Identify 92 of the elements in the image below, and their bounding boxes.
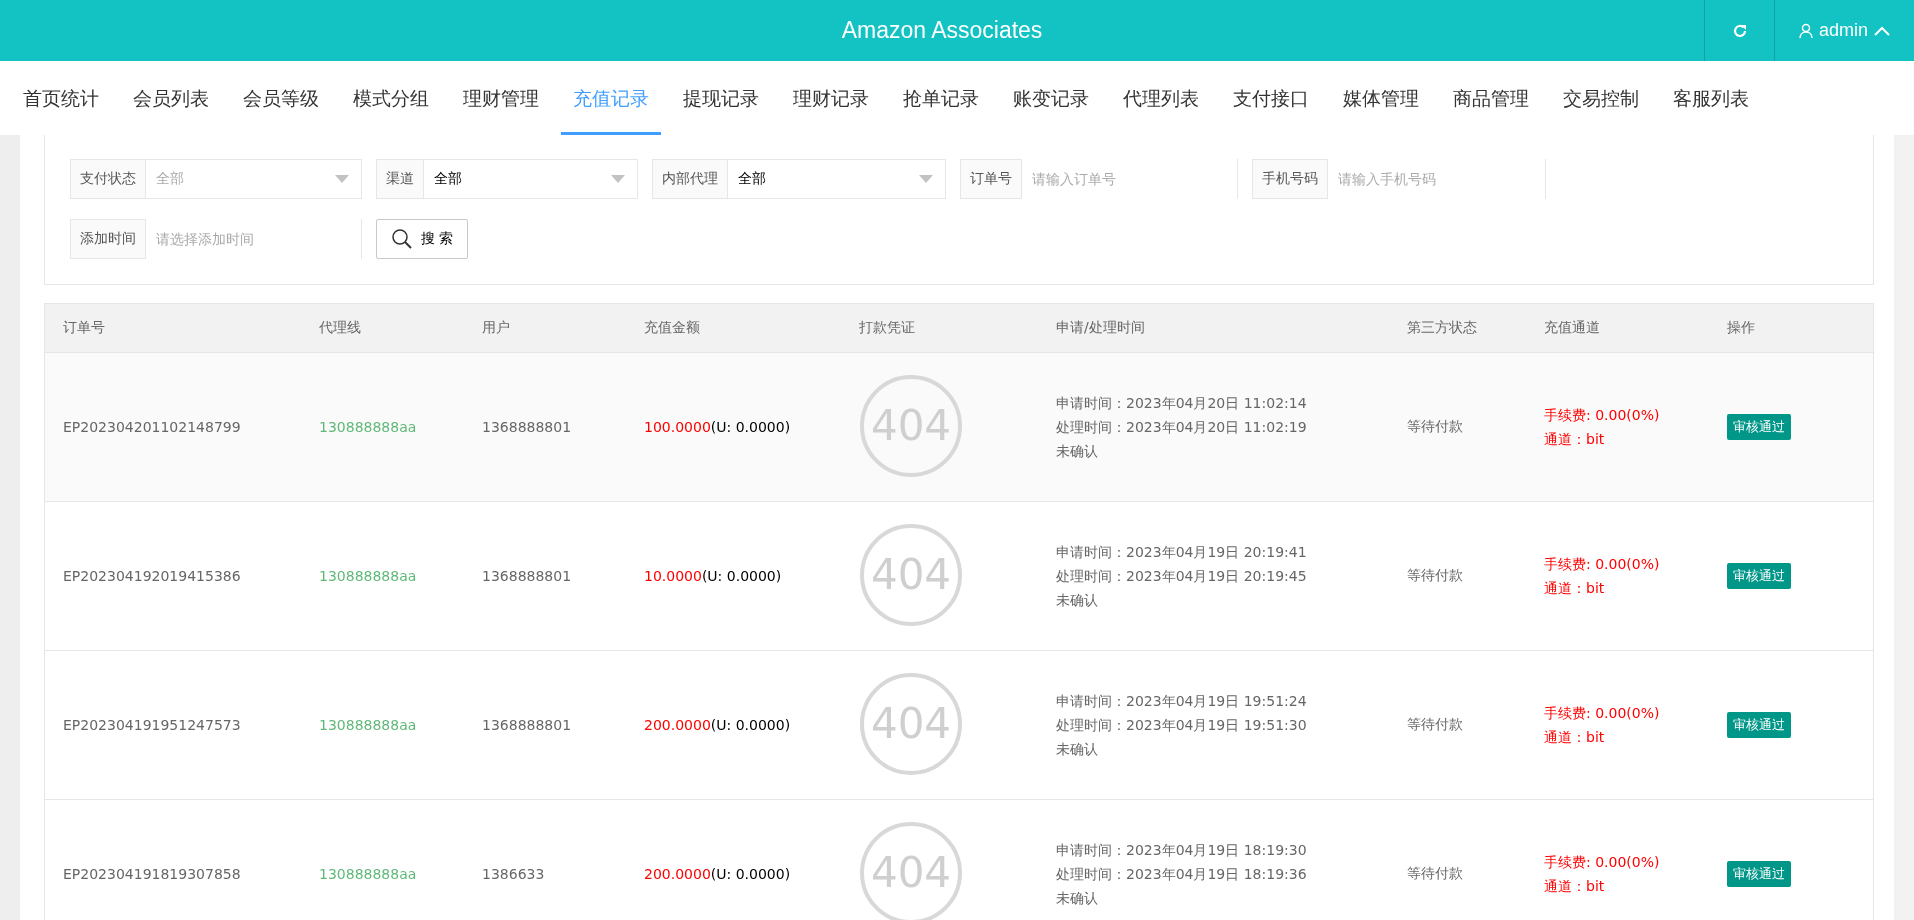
nav-tab[interactable]: 客服列表: [1661, 61, 1761, 135]
refresh-icon: [1731, 22, 1748, 39]
select-field[interactable]: 内部代理 全部: [652, 159, 946, 199]
field-label: 支付状态: [71, 160, 146, 198]
column-header: 充值金额: [643, 319, 701, 337]
input-field[interactable]: 添加时间 请选择添加时间: [70, 219, 362, 259]
field-value: 全部: [433, 170, 463, 188]
nav-tab[interactable]: 模式分组: [341, 61, 441, 135]
processed-time: 处理时间：2023年04月20日 11:02:19: [1056, 418, 1308, 437]
applied-time: 申请时间：2023年04月19日 18:19:30: [1056, 841, 1308, 860]
fee-text: 手续费: 0.00(0%): [1544, 704, 1661, 723]
nav-tab[interactable]: 账变记录: [1001, 61, 1101, 135]
confirm-status: 未确认: [1056, 889, 1099, 908]
input-field[interactable]: 订单号 请输入订单号: [960, 159, 1238, 199]
table-cell-text: 等待付款: [1406, 567, 1464, 585]
approve-button[interactable]: 审核通过: [1727, 861, 1791, 887]
table-cell-text: 1368888801: [481, 717, 573, 733]
table-cell-text: 等待付款: [1406, 418, 1464, 436]
confirm-status: 未确认: [1056, 740, 1099, 759]
field-label: 订单号: [961, 160, 1022, 198]
nav-tab[interactable]: 提现记录: [671, 61, 771, 135]
table-cell-text: 200.0000(U: 0.0000): [643, 866, 792, 882]
channel-text: 通道：bit: [1544, 877, 1606, 896]
channel-text: 通道：bit: [1544, 430, 1606, 449]
approve-button[interactable]: 审核通过: [1727, 712, 1791, 738]
column-header: 订单号: [62, 319, 106, 337]
column-header: 打款凭证: [858, 319, 916, 337]
select-field[interactable]: 渠道 全部: [376, 159, 638, 199]
nav-tab[interactable]: 交易控制: [1551, 61, 1651, 135]
table-cell-text: EP202304192019415386: [62, 568, 242, 584]
confirm-status: 未确认: [1056, 591, 1099, 610]
field-label: 手机号码: [1253, 160, 1328, 198]
nav-tab[interactable]: 理财记录: [781, 61, 881, 135]
approve-button[interactable]: 审核通过: [1727, 563, 1791, 589]
app-title: Amazon Associates: [840, 16, 1044, 45]
fee-text: 手续费: 0.00(0%): [1544, 555, 1661, 574]
user-icon: [1799, 22, 1813, 39]
nav-tab[interactable]: 媒体管理: [1331, 61, 1431, 135]
column-header: 第三方状态: [1406, 319, 1478, 337]
table-cell-text: EP202304201102148799: [62, 419, 242, 435]
nav-tab[interactable]: 理财管理: [451, 61, 551, 135]
field-label: 渠道: [377, 160, 424, 198]
nav-tab[interactable]: 首页统计: [11, 61, 111, 135]
applied-time: 申请时间：2023年04月19日 19:51:24: [1056, 692, 1308, 711]
fee-text: 手续费: 0.00(0%): [1544, 853, 1661, 872]
table-cell-text: 130888888aa: [318, 717, 418, 733]
table-cell-text: 130888888aa: [318, 419, 418, 435]
select-field[interactable]: 支付状态 全部: [70, 159, 362, 199]
applied-time: 申请时间：2023年04月19日 20:19:41: [1056, 543, 1308, 562]
applied-time: 申请时间：2023年04月20日 11:02:14: [1056, 394, 1308, 413]
field-value: 全部: [155, 170, 185, 188]
column-header: 操作: [1726, 319, 1756, 337]
nav-tab[interactable]: 代理列表: [1111, 61, 1211, 135]
channel-text: 通道：bit: [1544, 728, 1606, 747]
column-header: 用户: [481, 319, 511, 337]
field-value: 全部: [737, 170, 767, 188]
processed-time: 处理时间：2023年04月19日 20:19:45: [1056, 567, 1308, 586]
nav-tab[interactable]: 会员列表: [121, 61, 221, 135]
channel-text: 通道：bit: [1544, 579, 1606, 598]
processed-time: 处理时间：2023年04月19日 18:19:36: [1056, 865, 1308, 884]
table-cell-text: 10.0000(U: 0.0000): [643, 568, 783, 584]
dropdown-arrow-icon: [919, 175, 933, 183]
table-cell-text: 等待付款: [1406, 716, 1464, 734]
nav-tab[interactable]: 抢单记录: [891, 61, 991, 135]
processed-time: 处理时间：2023年04月19日 19:51:30: [1056, 716, 1308, 735]
field-label: 添加时间: [71, 220, 146, 258]
nav-tab[interactable]: 商品管理: [1441, 61, 1541, 135]
input-field[interactable]: 手机号码 请输入手机号码: [1252, 159, 1546, 199]
table-cell-text: 200.0000(U: 0.0000): [643, 717, 792, 733]
field-label: 内部代理: [653, 160, 728, 198]
confirm-status: 未确认: [1056, 442, 1099, 461]
column-header: 充值通道: [1543, 319, 1601, 337]
table-cell-text: 130888888aa: [318, 866, 418, 882]
nav-tab[interactable]: 会员等级: [231, 61, 331, 135]
caret-icon: [1874, 25, 1890, 36]
table-cell-text: EP202304191951247573: [62, 717, 242, 733]
search-button[interactable]: 搜 索: [376, 219, 468, 259]
table-cell-text: 130888888aa: [318, 568, 418, 584]
table-cell-text: 等待付款: [1406, 865, 1464, 883]
column-header: 代理线: [318, 319, 362, 337]
table-cell-text: 100.0000(U: 0.0000): [643, 419, 792, 435]
dropdown-arrow-icon: [611, 175, 625, 183]
approve-button[interactable]: 审核通过: [1727, 414, 1791, 440]
nav-tab[interactable]: 支付接口: [1221, 61, 1321, 135]
search-icon: [390, 228, 413, 250]
table-cell-text: EP202304191819307858: [62, 866, 242, 882]
fee-text: 手续费: 0.00(0%): [1544, 406, 1661, 425]
table-cell-text: 1368888801: [481, 419, 573, 435]
dropdown-arrow-icon: [335, 175, 349, 183]
column-header: 申请/处理时间: [1055, 319, 1146, 337]
table-cell-text: 1368888801: [481, 568, 573, 584]
table-cell-text: 1386633: [481, 866, 546, 882]
